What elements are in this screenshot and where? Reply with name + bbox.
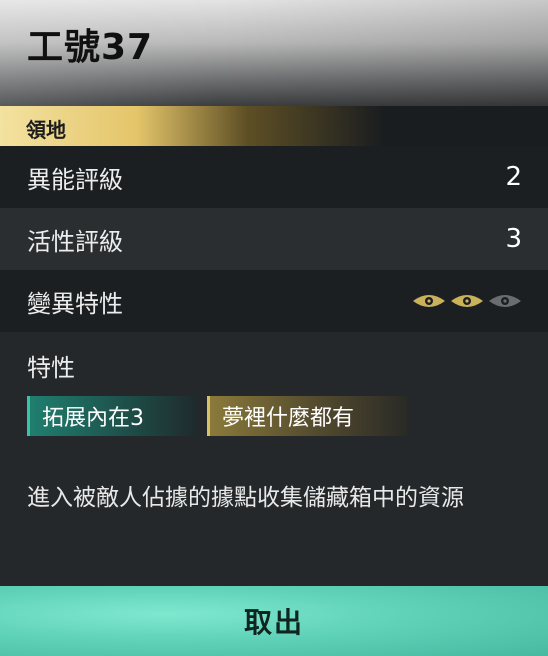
stat-row-mutation: 變異特性	[0, 270, 548, 332]
stat-row-ability: 異能評級 2	[0, 146, 548, 208]
section-label: 領地	[26, 118, 66, 142]
trait-tag[interactable]: 夢裡什麼都有	[207, 396, 407, 436]
eye-icon	[451, 295, 483, 307]
trait-description: 進入被敵人佔據的據點收集儲藏箱中的資源	[27, 485, 464, 511]
item-detail-panel: 工號37 領地 異能評級 2 活性評級 3 變異特性 特性 拓展內在3 夢裡什麼…	[0, 0, 548, 656]
trait-tag-label: 夢裡什麼都有	[222, 406, 355, 431]
section-label-bar: 領地	[0, 106, 548, 146]
page-title: 工號37	[27, 27, 154, 68]
mutation-level-indicator	[412, 292, 522, 310]
stat-value: 3	[505, 224, 522, 254]
trait-tag[interactable]: 拓展內在3	[27, 396, 197, 436]
stat-row-activity: 活性評級 3	[0, 208, 548, 270]
header: 工號37	[0, 0, 548, 106]
stat-label: 活性評級	[27, 227, 123, 256]
stat-label: 變異特性	[27, 289, 123, 318]
eye-icon	[489, 295, 521, 307]
take-out-button[interactable]: 取出	[0, 586, 548, 656]
trait-tag-label: 拓展內在3	[42, 406, 144, 431]
traits-title: 特性	[27, 354, 75, 382]
eye-icon	[413, 295, 445, 307]
traits-section: 特性 拓展內在3 夢裡什麼都有 進入被敵人佔據的據點收集儲藏箱中的資源	[0, 332, 548, 586]
stat-value: 2	[505, 162, 522, 192]
stat-label: 異能評級	[27, 165, 123, 194]
